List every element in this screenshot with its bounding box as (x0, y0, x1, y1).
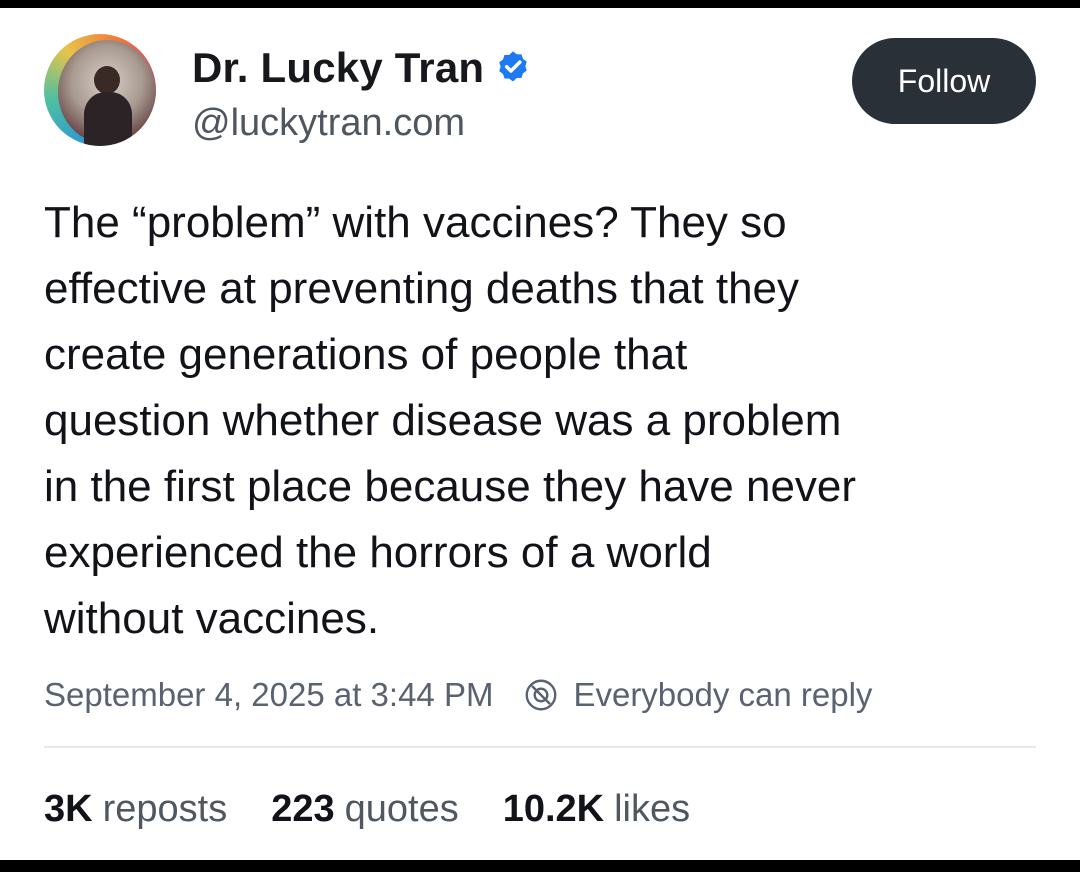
author-handle[interactable]: @luckytran.com (192, 102, 465, 145)
post-timestamp[interactable]: September 4, 2025 at 3:44 PM (44, 676, 493, 714)
post-text-line: The “problem” with vaccines? They so (44, 198, 787, 247)
author-display-name[interactable]: Dr. Lucky Tran (192, 44, 484, 92)
post-text-line: experienced the horrors of a world (44, 528, 712, 577)
post-text: The “problem” with vaccines? They so eff… (44, 190, 1054, 652)
quotes-count: 223 (271, 788, 335, 830)
avatar-photo (58, 40, 156, 146)
follow-button[interactable]: Follow (852, 38, 1036, 124)
avatar[interactable] (44, 34, 156, 146)
post-text-line: create generations of people that (44, 330, 688, 379)
quotes-stat[interactable]: 223 quotes (271, 788, 459, 831)
reposts-stat[interactable]: 3K reposts (44, 788, 227, 831)
post-card: Dr. Lucky Tran @luckytran.com Follow The… (0, 8, 1080, 860)
reposts-label: reposts (102, 788, 228, 830)
reposts-count: 3K (44, 788, 93, 830)
reply-setting-label: Everybody can reply (573, 676, 873, 713)
post-meta-row: September 4, 2025 at 3:44 PM Everybody c… (44, 676, 872, 714)
post-text-line: without vaccines. (44, 594, 380, 643)
likes-count: 10.2K (502, 788, 605, 830)
post-text-line: effective at preventing deaths that they (44, 264, 800, 313)
avatar-person-body (84, 92, 132, 146)
post-text-line: in the first place because they have nev… (44, 462, 857, 511)
post-text-line: question whether disease was a problem (44, 396, 842, 445)
likes-label: likes (614, 788, 691, 830)
quotes-label: quotes (344, 788, 459, 830)
avatar-person-head (94, 66, 120, 94)
divider (44, 746, 1036, 748)
engagement-stats: 3K reposts 223 quotes 10.2K likes (44, 788, 734, 831)
reply-restriction-icon (526, 679, 557, 711)
likes-stat[interactable]: 10.2K likes (503, 788, 690, 831)
verified-badge-icon (499, 51, 528, 82)
author-name-row: Dr. Lucky Tran (192, 44, 532, 92)
